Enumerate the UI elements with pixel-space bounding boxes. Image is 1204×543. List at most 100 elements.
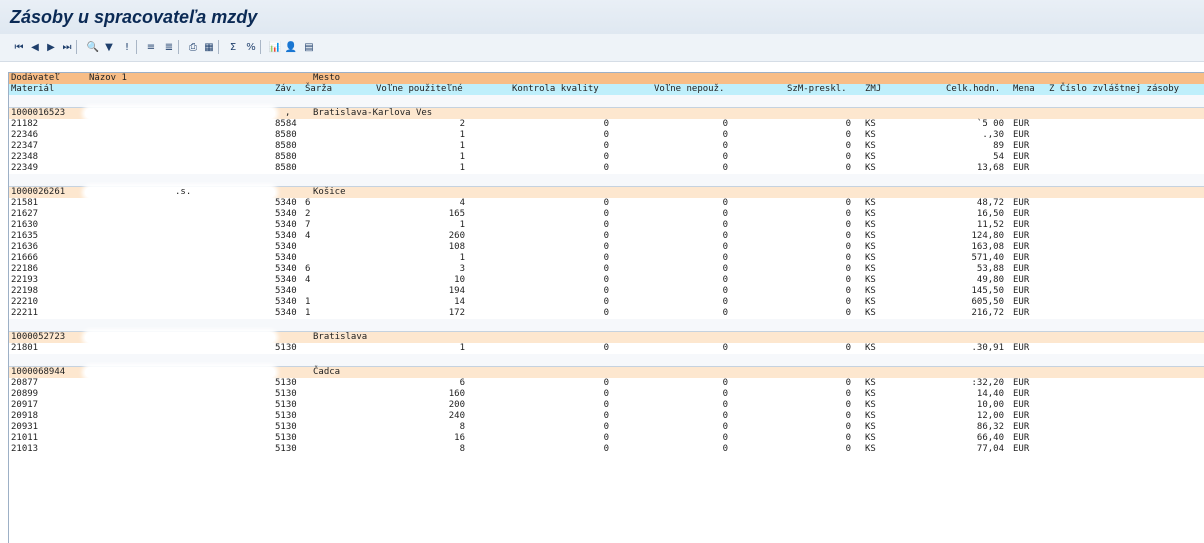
table-row[interactable]: 21636 5340 108 0 0 0 KS 163,08 EUR	[9, 242, 1204, 253]
cell-currency: EUR	[1013, 400, 1030, 410]
toolbar-separator	[260, 40, 261, 54]
table-row[interactable]: 20918 5130 240 0 0 0 KS 12,00 EUR	[9, 411, 1204, 422]
header-quality[interactable]: Kontrola kvality	[512, 84, 599, 95]
next-page-icon[interactable]: ▶	[44, 40, 58, 54]
header-uom[interactable]: ZMJ	[865, 84, 881, 95]
cell-currency: EUR	[1013, 141, 1030, 151]
details-icon[interactable]: 🔍	[86, 40, 100, 54]
header-currency[interactable]: Mena	[1013, 84, 1035, 95]
redacted-area	[85, 332, 275, 343]
header-vendor[interactable]: Dodávateľ	[11, 73, 60, 84]
table-row[interactable]: 21627 5340 2 165 0 0 0 KS 16,50 EUR	[9, 209, 1204, 220]
header-special[interactable]: Z Číslo zvláštnej zásoby	[1049, 84, 1179, 95]
table-row[interactable]: 21630 5340 7 1 0 0 0 KS 11,52 EUR	[9, 220, 1204, 231]
table-row[interactable]: 20931 5130 8 0 0 0 KS 86,32 EUR	[9, 422, 1204, 433]
table-row[interactable]: 22348 8580 1 0 0 0 KS 54 EUR	[9, 152, 1204, 163]
table-row[interactable]: 20899 5130 160 0 0 0 KS 14,40 EUR	[9, 389, 1204, 400]
cell-uom: KS	[865, 220, 876, 230]
vendor-name: ,	[285, 108, 291, 118]
cell-value: 216,72	[971, 308, 1004, 318]
cell-currency: EUR	[1013, 231, 1030, 241]
header-city[interactable]: Mesto	[313, 73, 340, 84]
table-row[interactable]: 21581 5340 6 4 0 0 0 KS 48,72 EUR	[9, 198, 1204, 209]
redacted-area	[85, 367, 275, 378]
vendor-row[interactable]: 1000026261 .s. Košice	[9, 187, 1204, 198]
cell-quality: 0	[603, 130, 609, 140]
header-batch[interactable]: Šarža	[305, 84, 332, 95]
header-transfer[interactable]: SzM-preskl.	[787, 84, 847, 95]
cell-currency: EUR	[1013, 253, 1030, 263]
cell-quality: 0	[603, 286, 609, 296]
cell-plant: 5130	[275, 444, 297, 454]
cell-uom: KS	[865, 275, 876, 285]
cell-material: 21627	[11, 209, 39, 219]
cell-currency: EUR	[1013, 308, 1030, 318]
cell-value: 605,50	[971, 297, 1004, 307]
table-row[interactable]: 21666 5340 1 0 0 0 KS 571,40 EUR	[9, 253, 1204, 264]
table-row[interactable]: 22346 8580 1 0 0 0 KS .,30 EUR	[9, 130, 1204, 141]
table-row[interactable]: 22193 5340 4 10 0 0 0 KS 49,80 EUR	[9, 275, 1204, 286]
cell-transfer: 0	[845, 119, 851, 129]
cell-value: 77,04	[976, 444, 1004, 454]
sum-icon[interactable]: Σ	[226, 40, 240, 54]
header-plant[interactable]: Záv.	[275, 84, 297, 95]
cell-blocked: 0	[722, 152, 728, 162]
report-grid[interactable]: Dodávateľ Názov 1 Mesto Materiál Záv. Ša…	[8, 72, 1204, 543]
columns-icon[interactable]: ▦	[202, 40, 216, 54]
filter-icon[interactable]: ▼	[102, 40, 116, 54]
header-blocked[interactable]: Voľne nepouž.	[654, 84, 724, 95]
table-row[interactable]: 21182 8584 2 0 0 0 KS `5 00 EUR	[9, 119, 1204, 130]
cell-currency: EUR	[1013, 264, 1030, 274]
cell-transfer: 0	[845, 220, 851, 230]
cell-value: 66,40	[976, 433, 1004, 443]
table-row[interactable]: 21801 5130 1 0 0 0 KS .30,91 EUR	[9, 343, 1204, 354]
cell-material: 20899	[11, 389, 39, 399]
table-row[interactable]: 22349 8580 1 0 0 0 KS 13,68 EUR	[9, 163, 1204, 174]
header-row-2: Materiál Záv. Šarža Voľne použiteľné Kon…	[9, 84, 1204, 95]
cell-plant: 5340	[275, 209, 297, 219]
vendor-row[interactable]: 1000016523, Bratislava-Karlova Ves	[9, 108, 1204, 119]
header-unrestricted[interactable]: Voľne použiteľné	[376, 84, 463, 95]
header-material[interactable]: Materiál	[11, 84, 54, 95]
table-row[interactable]: 22186 5340 6 3 0 0 0 KS 53,88 EUR	[9, 264, 1204, 275]
vendor-city: Bratislava-Karlova Ves	[313, 108, 433, 118]
info-icon[interactable]: !	[120, 40, 134, 54]
vendor-row[interactable]: 1000052723 Bratislava	[9, 332, 1204, 343]
export-icon[interactable]: 📊	[268, 40, 282, 54]
print-icon[interactable]: ⎙	[186, 40, 200, 54]
table-row[interactable]: 20917 5130 200 0 0 0 KS 10,00 EUR	[9, 400, 1204, 411]
layout-icon[interactable]: 👤	[284, 40, 298, 54]
header-value[interactable]: Celk.hodn.	[946, 84, 1000, 95]
table-row[interactable]: 20877 5130 6 0 0 0 KS:32,20 EUR	[9, 378, 1204, 389]
previous-page-icon[interactable]: ◀	[28, 40, 42, 54]
vendor-row[interactable]: 1000068944 Čadca	[9, 367, 1204, 378]
cell-blocked: 0	[722, 400, 728, 410]
cell-transfer: 0	[845, 343, 851, 353]
cell-unrestricted: 108	[448, 242, 465, 252]
first-page-icon[interactable]: ⏮	[12, 40, 26, 54]
table-row[interactable]: 22210 5340 1 14 0 0 0 KS 605,50 EUR	[9, 297, 1204, 308]
last-page-icon[interactable]: ⏭	[60, 40, 74, 54]
sort-ascending-icon[interactable]: ≡	[144, 40, 158, 54]
table-row[interactable]: 22347 8580 1 0 0 0 KS 89 EUR	[9, 141, 1204, 152]
cell-currency: EUR	[1013, 198, 1030, 208]
cell-quality: 0	[603, 378, 609, 388]
cell-value: 12,00	[976, 411, 1004, 421]
cell-plant: 5130	[275, 389, 297, 399]
table-row[interactable]: 21013 5130 8 0 0 0 KS 77,04 EUR	[9, 444, 1204, 455]
vendor-city: Košice	[313, 187, 346, 197]
subtotal-icon[interactable]: %	[244, 40, 258, 54]
table-row[interactable]: 22211 5340 1 172 0 0 0 KS 216,72 EUR	[9, 308, 1204, 319]
cell-material: 21630	[11, 220, 39, 230]
table-row[interactable]: 21635 5340 4 260 0 0 0 KS 124,80 EUR	[9, 231, 1204, 242]
sort-filter-icon[interactable]: ≣	[162, 40, 176, 54]
cell-currency: EUR	[1013, 297, 1030, 307]
cell-value: 13,68	[976, 163, 1004, 173]
table-row[interactable]: 21011 5130 16 0 0 0 KS 66,40 EUR	[9, 433, 1204, 444]
header-name[interactable]: Názov 1	[89, 73, 127, 84]
cell-material: 21182	[11, 119, 39, 129]
cell-batch: 1	[305, 297, 311, 307]
table-row[interactable]: 22198 5340 194 0 0 0 KS 145,50 EUR	[9, 286, 1204, 297]
graph-icon[interactable]: ▤	[302, 40, 316, 54]
cell-blocked: 0	[722, 231, 728, 241]
